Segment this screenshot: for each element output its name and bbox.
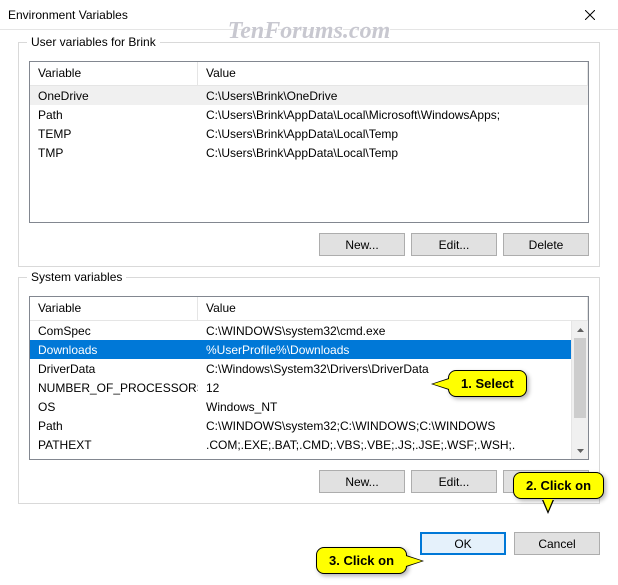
close-icon <box>585 10 595 20</box>
list-body: OneDrive C:\Users\Brink\OneDrive Path C:… <box>30 86 588 162</box>
column-header-variable[interactable]: Variable <box>30 297 198 320</box>
cell-variable: OneDrive <box>30 88 198 104</box>
system-new-button[interactable]: New... <box>319 470 405 493</box>
cell-value: C:\Users\Brink\AppData\Local\Temp <box>198 126 588 142</box>
cell-value: 12 <box>198 380 588 396</box>
cell-value: C:\WINDOWS\system32\cmd.exe <box>198 323 588 339</box>
dialog-content: User variables for Brink Variable Value … <box>0 30 618 528</box>
user-edit-button[interactable]: Edit... <box>411 233 497 256</box>
scroll-up-button[interactable] <box>572 321 589 338</box>
cell-value: C:\Users\Brink\AppData\Local\Microsoft\W… <box>198 107 588 123</box>
cancel-button[interactable]: Cancel <box>514 532 600 555</box>
annotation-select: 1. Select <box>448 370 527 397</box>
chevron-up-icon <box>577 328 584 332</box>
titlebar: Environment Variables <box>0 0 618 30</box>
list-row[interactable]: ComSpec C:\WINDOWS\system32\cmd.exe <box>30 321 588 340</box>
list-row[interactable]: Path C:\WINDOWS\system32;C:\WINDOWS;C:\W… <box>30 416 588 435</box>
close-button[interactable] <box>570 0 610 30</box>
list-row[interactable]: OS Windows_NT <box>30 397 588 416</box>
window-title: Environment Variables <box>8 8 570 22</box>
list-row[interactable]: TMP C:\Users\Brink\AppData\Local\Temp <box>30 143 588 162</box>
user-new-button[interactable]: New... <box>319 233 405 256</box>
annotation-click-ok: 3. Click on <box>316 547 407 574</box>
user-variables-list[interactable]: Variable Value OneDrive C:\Users\Brink\O… <box>29 61 589 223</box>
user-variables-group: User variables for Brink Variable Value … <box>18 42 600 267</box>
scroll-down-button[interactable] <box>572 442 589 459</box>
cell-variable: Path <box>30 418 198 434</box>
cell-value: .COM;.EXE;.BAT;.CMD;.VBS;.VBE;.JS;.JSE;.… <box>198 437 588 453</box>
cell-value: C:\Users\Brink\OneDrive <box>198 88 588 104</box>
list-row-selected[interactable]: Downloads %UserProfile%\Downloads <box>30 340 588 359</box>
list-row[interactable]: TEMP C:\Users\Brink\AppData\Local\Temp <box>30 124 588 143</box>
cell-variable: TEMP <box>30 126 198 142</box>
column-header-variable[interactable]: Variable <box>30 62 198 85</box>
dialog-button-row: OK Cancel <box>0 528 618 555</box>
cell-value: %UserProfile%\Downloads <box>198 342 588 358</box>
user-button-row: New... Edit... Delete <box>29 233 589 256</box>
list-header: Variable Value <box>30 62 588 86</box>
cell-value: C:\WINDOWS\system32;C:\WINDOWS;C:\WINDOW… <box>198 418 588 434</box>
column-header-value[interactable]: Value <box>198 62 588 85</box>
cell-value: C:\Users\Brink\AppData\Local\Temp <box>198 145 588 161</box>
cell-variable: TMP <box>30 145 198 161</box>
list-row[interactable]: OneDrive C:\Users\Brink\OneDrive <box>30 86 588 105</box>
user-variables-label: User variables for Brink <box>27 35 160 49</box>
annotation-click-delete: 2. Click on <box>513 472 604 499</box>
scrollbar[interactable] <box>571 321 588 459</box>
list-row[interactable]: PATHEXT .COM;.EXE;.BAT;.CMD;.VBS;.VBE;.J… <box>30 435 588 454</box>
cell-variable: Path <box>30 107 198 123</box>
system-button-row: New... Edit... Delete <box>29 470 589 493</box>
chevron-down-icon <box>577 449 584 453</box>
scroll-thumb[interactable] <box>574 338 586 418</box>
list-header: Variable Value <box>30 297 588 321</box>
cell-variable: ComSpec <box>30 323 198 339</box>
ok-button[interactable]: OK <box>420 532 506 555</box>
cell-variable: Downloads <box>30 342 198 358</box>
system-edit-button[interactable]: Edit... <box>411 470 497 493</box>
column-header-value[interactable]: Value <box>198 297 588 320</box>
cell-variable: PATHEXT <box>30 437 198 453</box>
cell-value: C:\Windows\System32\Drivers\DriverData <box>198 361 588 377</box>
cell-variable: NUMBER_OF_PROCESSORS <box>30 380 198 396</box>
user-delete-button[interactable]: Delete <box>503 233 589 256</box>
cell-variable: OS <box>30 399 198 415</box>
system-variables-label: System variables <box>27 270 126 284</box>
cell-value: Windows_NT <box>198 399 588 415</box>
list-row[interactable]: Path C:\Users\Brink\AppData\Local\Micros… <box>30 105 588 124</box>
cell-variable: DriverData <box>30 361 198 377</box>
